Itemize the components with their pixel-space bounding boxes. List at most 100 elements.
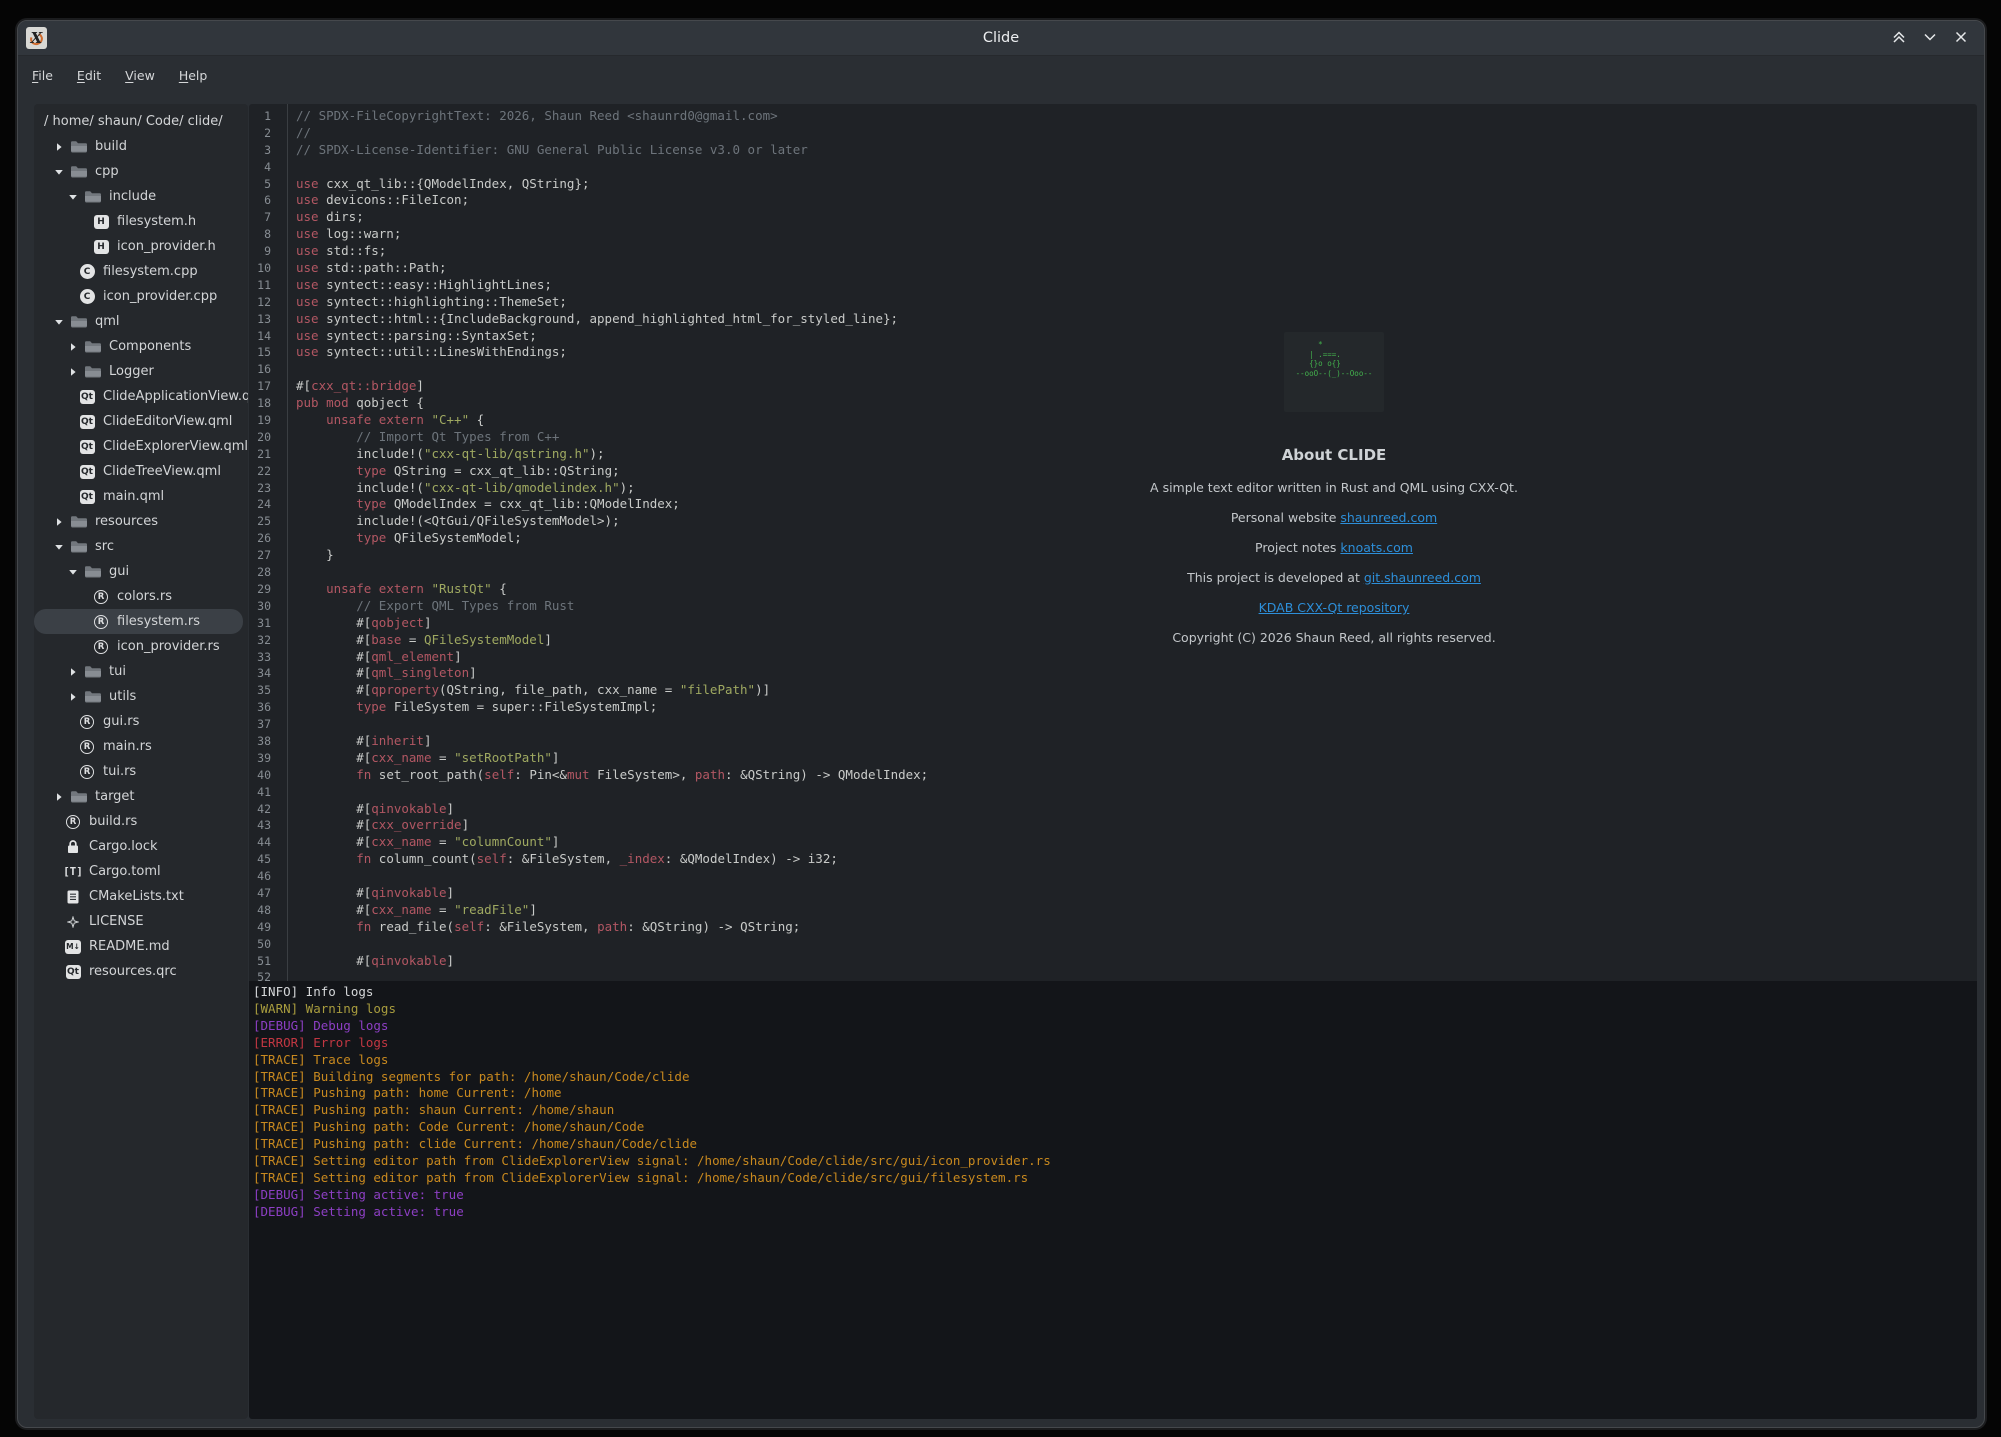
- code-line-34[interactable]: 34 #[qml_singleton]: [249, 665, 1977, 682]
- code-line-39[interactable]: 39 #[cxx_name = "setRootPath"]: [249, 750, 1977, 767]
- code-line-40[interactable]: 40 fn set_root_path(self: Pin<&mut FileS…: [249, 767, 1977, 784]
- code-editor[interactable]: 1// SPDX-FileCopyrightText: 2026, Shaun …: [249, 104, 1977, 981]
- tree-folder-tui[interactable]: tui: [34, 659, 248, 684]
- minimize-button[interactable]: [1921, 29, 1939, 47]
- menu-item-view[interactable]: View: [118, 65, 162, 86]
- tree-file-icon-provider-cpp[interactable]: Cicon_provider.cpp: [34, 284, 248, 309]
- code-line-5[interactable]: 5use cxx_qt_lib::{QModelIndex, QString};: [249, 176, 1977, 193]
- tree-file-tui-rs[interactable]: Rtui.rs: [34, 759, 248, 784]
- code-line-19[interactable]: 19 unsafe extern "C++" {: [249, 412, 1977, 429]
- tree-folder-components[interactable]: Components: [34, 334, 248, 359]
- code-line-22[interactable]: 22 type QString = cxx_qt_lib::QString;: [249, 463, 1977, 480]
- chevron-down-icon[interactable]: [54, 167, 64, 177]
- code-line-42[interactable]: 42 #[qinvokable]: [249, 801, 1977, 818]
- code-line-13[interactable]: 13use syntect::html::{IncludeBackground,…: [249, 311, 1977, 328]
- code-line-3[interactable]: 3// SPDX-License-Identifier: GNU General…: [249, 142, 1977, 159]
- code-line-48[interactable]: 48 #[cxx_name = "readFile"]: [249, 902, 1977, 919]
- tree-file-filesystem-rs[interactable]: Rfilesystem.rs: [34, 609, 243, 634]
- tree-file-filesystem-cpp[interactable]: Cfilesystem.cpp: [34, 259, 248, 284]
- chevron-down-icon[interactable]: [54, 317, 64, 327]
- code-line-24[interactable]: 24 type QModelIndex = cxx_qt_lib::QModel…: [249, 496, 1977, 513]
- tree-file-build-rs[interactable]: Rbuild.rs: [34, 809, 248, 834]
- code-line-51[interactable]: 51 #[qinvokable]: [249, 953, 1977, 970]
- chevron-right-icon[interactable]: [68, 342, 78, 352]
- chevron-right-icon[interactable]: [68, 367, 78, 377]
- code-line-7[interactable]: 7use dirs;: [249, 209, 1977, 226]
- chevron-down-icon[interactable]: [68, 192, 78, 202]
- chevron-right-icon[interactable]: [68, 692, 78, 702]
- code-line-21[interactable]: 21 include!("cxx-qt-lib/qstring.h");: [249, 446, 1977, 463]
- chevron-right-icon[interactable]: [54, 792, 64, 802]
- code-line-9[interactable]: 9use std::fs;: [249, 243, 1977, 260]
- menu-item-file[interactable]: File: [25, 65, 60, 86]
- tree-folder-logger[interactable]: Logger: [34, 359, 248, 384]
- code-line-4[interactable]: 4: [249, 159, 1977, 176]
- personal-website-link[interactable]: shaunreed.com: [1340, 510, 1437, 525]
- code-line-28[interactable]: 28: [249, 564, 1977, 581]
- code-line-16[interactable]: 16: [249, 361, 1977, 378]
- tree-file-cargo-lock[interactable]: Cargo.lock: [34, 834, 248, 859]
- chevron-down-icon[interactable]: [54, 542, 64, 552]
- code-line-29[interactable]: 29 unsafe extern "RustQt" {: [249, 581, 1977, 598]
- project-notes-link[interactable]: knoats.com: [1340, 540, 1413, 555]
- code-line-27[interactable]: 27 }: [249, 547, 1977, 564]
- tree-file-resources-qrc[interactable]: Qtresources.qrc: [34, 959, 248, 984]
- app-menu-icon[interactable]: X: [26, 27, 47, 49]
- code-line-43[interactable]: 43 #[cxx_override]: [249, 817, 1977, 834]
- code-line-8[interactable]: 8use log::warn;: [249, 226, 1977, 243]
- code-line-18[interactable]: 18pub mod qobject {: [249, 395, 1977, 412]
- code-line-6[interactable]: 6use devicons::FileIcon;: [249, 192, 1977, 209]
- tree-file-gui-rs[interactable]: Rgui.rs: [34, 709, 248, 734]
- tree-folder-qml[interactable]: qml: [34, 309, 248, 334]
- code-line-52[interactable]: 52: [249, 969, 1977, 981]
- code-line-12[interactable]: 12use syntect::highlighting::ThemeSet;: [249, 294, 1977, 311]
- code-line-33[interactable]: 33 #[qml_element]: [249, 649, 1977, 666]
- code-line-46[interactable]: 46: [249, 868, 1977, 885]
- tree-folder-cpp[interactable]: cpp: [34, 159, 248, 184]
- tree-file-clideexplorerview-qml[interactable]: QtClideExplorerView.qml: [34, 434, 248, 459]
- code-line-17[interactable]: 17#[cxx_qt::bridge]: [249, 378, 1977, 395]
- tree-folder-gui[interactable]: gui: [34, 559, 248, 584]
- code-line-14[interactable]: 14use syntect::parsing::SyntaxSet;: [249, 328, 1977, 345]
- menu-item-edit[interactable]: Edit: [70, 65, 108, 86]
- tree-file-main-rs[interactable]: Rmain.rs: [34, 734, 248, 759]
- code-line-37[interactable]: 37: [249, 716, 1977, 733]
- code-line-45[interactable]: 45 fn column_count(self: &FileSystem, _i…: [249, 851, 1977, 868]
- code-line-38[interactable]: 38 #[inherit]: [249, 733, 1977, 750]
- log-panel[interactable]: [INFO] Info logs[WARN] Warning logs[DEBU…: [249, 981, 1977, 1419]
- tree-file-cargo-toml[interactable]: [T]Cargo.toml: [34, 859, 248, 884]
- code-line-1[interactable]: 1// SPDX-FileCopyrightText: 2026, Shaun …: [249, 108, 1977, 125]
- code-line-2[interactable]: 2//: [249, 125, 1977, 142]
- tree-file-clidetreeview-qml[interactable]: QtClideTreeView.qml: [34, 459, 248, 484]
- chevron-right-icon[interactable]: [54, 517, 64, 527]
- tree-folder-utils[interactable]: utils: [34, 684, 248, 709]
- tree-folder-include[interactable]: include: [34, 184, 248, 209]
- tree-file-filesystem-h[interactable]: Hfilesystem.h: [34, 209, 248, 234]
- code-line-44[interactable]: 44 #[cxx_name = "columnCount"]: [249, 834, 1977, 851]
- code-line-49[interactable]: 49 fn read_file(self: &FileSystem, path:…: [249, 919, 1977, 936]
- tree-file-readme-md[interactable]: M↓README.md: [34, 934, 248, 959]
- tree-file-clideeditorview-qml[interactable]: QtClideEditorView.qml: [34, 409, 248, 434]
- code-line-31[interactable]: 31 #[qobject]: [249, 615, 1977, 632]
- code-line-47[interactable]: 47 #[qinvokable]: [249, 885, 1977, 902]
- close-button[interactable]: [1952, 29, 1970, 47]
- tree-file-license[interactable]: LICENSE: [34, 909, 248, 934]
- chevron-right-icon[interactable]: [54, 142, 64, 152]
- tree-folder-resources[interactable]: resources: [34, 509, 248, 534]
- code-line-41[interactable]: 41: [249, 784, 1977, 801]
- code-line-36[interactable]: 36 type FileSystem = super::FileSystemIm…: [249, 699, 1977, 716]
- shade-button[interactable]: [1890, 29, 1908, 47]
- kdab-repo-link[interactable]: KDAB CXX-Qt repository: [1259, 600, 1410, 615]
- tree-file-icon-provider-rs[interactable]: Ricon_provider.rs: [34, 634, 248, 659]
- file-explorer[interactable]: / home/ shaun/ Code/ clide/ buildcppincl…: [34, 104, 248, 1419]
- tree-file-clideapplicationview-qml[interactable]: QtClideApplicationView.qml: [34, 384, 248, 409]
- chevron-down-icon[interactable]: [68, 567, 78, 577]
- chevron-right-icon[interactable]: [68, 667, 78, 677]
- tree-file-colors-rs[interactable]: Rcolors.rs: [34, 584, 248, 609]
- code-line-11[interactable]: 11use syntect::easy::HighlightLines;: [249, 277, 1977, 294]
- code-line-10[interactable]: 10use std::path::Path;: [249, 260, 1977, 277]
- code-line-23[interactable]: 23 include!("cxx-qt-lib/qmodelindex.h");: [249, 480, 1977, 497]
- tree-file-main-qml[interactable]: Qtmain.qml: [34, 484, 248, 509]
- menu-item-help[interactable]: Help: [172, 65, 215, 86]
- code-line-50[interactable]: 50: [249, 936, 1977, 953]
